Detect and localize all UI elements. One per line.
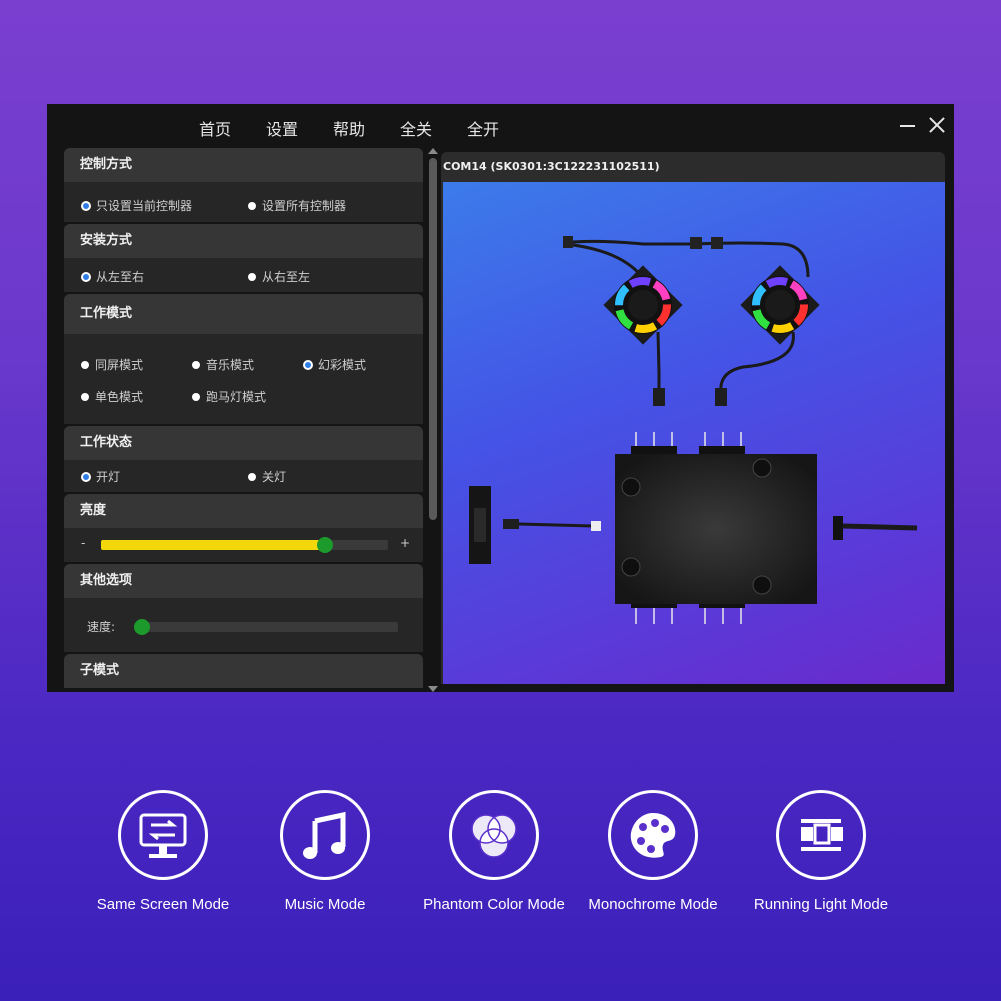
sub-mode-title: 子模式 [64,654,423,688]
title-bar: 首页 设置 帮助 全关 全开 [47,104,954,148]
running-light-icon [776,790,866,880]
radio-light-on[interactable]: 开灯 [81,468,120,485]
feature-row: Same Screen Mode Music Mode Phantom Colo [0,790,1001,930]
radio-selected-icon [303,360,313,370]
radio-selected-icon [81,272,91,282]
feature-music: Music Mode [240,790,410,913]
radio-unselected-icon [192,361,200,369]
brightness-knob[interactable] [316,537,333,553]
radio-label: 单色模式 [95,390,144,404]
feature-monochrome: Monochrome Mode [568,790,738,913]
menu-all-off[interactable]: 全关 [400,116,432,140]
radio-label: 关灯 [262,470,287,484]
menu-settings[interactable]: 设置 [266,116,298,140]
radio-unselected-icon [248,273,256,281]
radio-same-screen-mode[interactable]: 同屏模式 [81,356,143,373]
radio-label: 从右至左 [262,270,311,284]
sata-power-connector-icon [833,516,918,540]
radio-right-to-left[interactable]: 从右至左 [248,268,310,285]
feature-phantom: Phantom Color Mode [409,790,579,913]
settings-scrollbar[interactable] [427,148,439,692]
radio-unselected-icon [81,361,89,369]
install-method-title: 安装方式 [64,224,423,258]
device-diagram [443,182,945,684]
radio-label: 同屏模式 [95,358,144,372]
monitor-sync-icon [118,790,208,880]
brightness-section: 亮度 - + [64,494,423,562]
radio-label: 开灯 [96,470,121,484]
feature-label: Phantom Color Mode [423,896,565,913]
radio-all-controllers[interactable]: 设置所有控制器 [248,197,346,214]
scroll-thumb[interactable] [429,158,437,520]
radio-current-controller[interactable]: 只设置当前控制器 [81,197,192,214]
fan-left-icon [603,265,683,406]
menu-help[interactable]: 帮助 [333,116,365,140]
controller-hub-icon [615,432,817,624]
feature-label: Same Screen Mode [96,896,230,913]
radio-monochrome-mode[interactable]: 单色模式 [81,388,143,405]
feature-running-light: Running Light Mode [736,790,906,913]
hardware-illustration [469,236,918,624]
radio-unselected-icon [81,393,89,401]
work-mode-section: 工作模式 同屏模式 音乐模式 幻彩模式 单色模式 跑马灯模式 [64,294,423,424]
radio-label: 只设置当前控制器 [96,199,193,213]
feature-label: Monochrome Mode [588,896,718,913]
radio-label: 设置所有控制器 [262,199,347,213]
menu-all-on[interactable]: 全开 [467,116,499,140]
brightness-title: 亮度 [64,494,423,528]
radio-label: 从左至右 [96,270,145,284]
radio-unselected-icon [192,393,200,401]
top-cable [563,236,810,279]
palette-icon [608,790,698,880]
radio-label: 幻彩模式 [318,358,367,372]
device-preview-panel: COM14 (SK0301:3C122231102511) [441,152,945,684]
radio-selected-icon [81,472,91,482]
work-state-section: 工作状态 开灯 关灯 [64,426,423,492]
other-options-section: 其他选项 速度: [64,564,423,652]
scroll-up-icon[interactable] [428,148,438,154]
control-method-title: 控制方式 [64,148,423,182]
other-options-title: 其他选项 [64,564,423,598]
work-state-title: 工作状态 [64,426,423,460]
brightness-plus: + [400,536,411,550]
brightness-slider[interactable] [101,537,388,553]
device-title: COM14 (SK0301:3C122231102511) [443,160,660,173]
app-window: 首页 设置 帮助 全关 全开 控制方式 只设置当前控制器 设置所有控制器 安装方… [47,104,954,692]
radio-music-mode[interactable]: 音乐模式 [192,356,254,373]
radio-phantom-mode[interactable]: 幻彩模式 [303,356,366,373]
speed-slider[interactable] [134,619,398,635]
scroll-down-icon[interactable] [428,686,438,692]
radio-left-to-right[interactable]: 从左至右 [81,268,144,285]
radio-label: 音乐模式 [206,358,255,372]
radio-label: 跑马灯模式 [206,390,267,404]
radio-light-off[interactable]: 关灯 [248,468,286,485]
radio-selected-icon [81,201,91,211]
brightness-fill [101,540,325,550]
music-note-icon [280,790,370,880]
settings-panel: 控制方式 只设置当前控制器 设置所有控制器 安装方式 从左至右 从右至左 工作模… [64,148,424,688]
work-mode-title: 工作模式 [64,294,423,334]
feature-label: Running Light Mode [753,896,889,913]
usb-header-icon [469,486,601,564]
minimize-icon[interactable] [899,116,917,134]
color-circles-icon [449,790,539,880]
install-method-section: 安装方式 从左至右 从右至左 [64,224,423,292]
close-icon[interactable] [928,116,946,134]
menu-home[interactable]: 首页 [199,116,231,140]
radio-unselected-icon [248,473,256,481]
feature-label: Music Mode [284,896,366,913]
control-method-section: 控制方式 只设置当前控制器 设置所有控制器 [64,148,423,222]
brightness-minus: - [81,536,86,550]
radio-unselected-icon [248,202,256,210]
feature-same-screen: Same Screen Mode [78,790,248,913]
fan-right-icon [715,265,820,406]
radio-running-light-mode[interactable]: 跑马灯模式 [192,388,266,405]
sub-mode-section: 子模式 [64,654,423,688]
speed-label: 速度: [87,620,116,634]
speed-knob[interactable] [134,619,150,635]
